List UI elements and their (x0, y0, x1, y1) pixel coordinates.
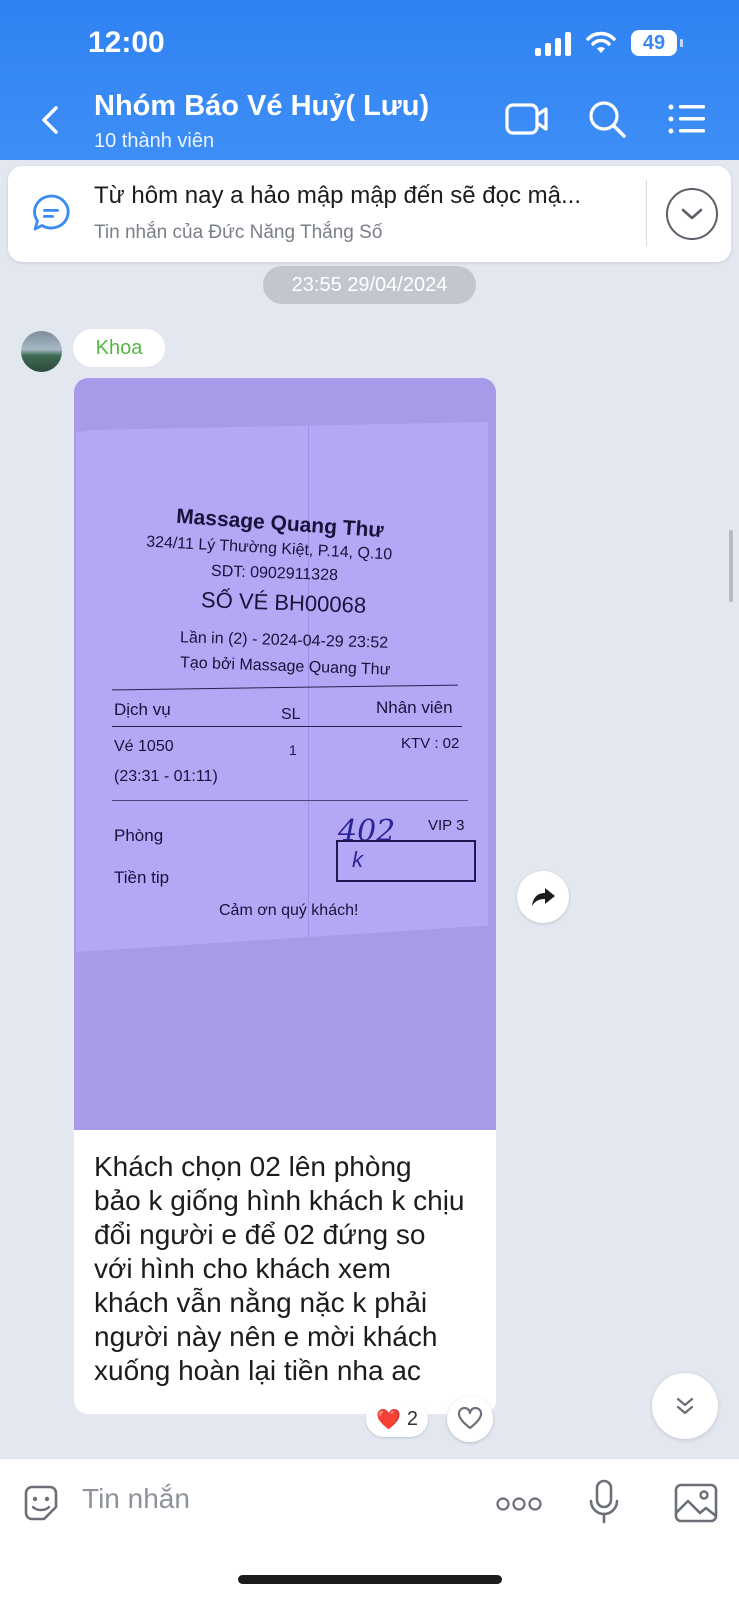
receipt-qty: 1 (289, 742, 297, 758)
message-line: khách vẫn nằng nặc k phải (94, 1287, 428, 1318)
list-menu-icon (668, 104, 705, 134)
heart-outline-icon (457, 1407, 483, 1430)
message-line: người này nên e mời khách (94, 1321, 438, 1352)
avatar[interactable] (21, 331, 62, 372)
chat-header: 12:00 49 Nhóm Báo Vé Huỷ( Lưu) 10 thành … (0, 0, 739, 160)
receipt-rule (112, 726, 462, 727)
receipt-room-label: Phòng (114, 826, 164, 845)
expand-pinned-button[interactable] (666, 188, 718, 240)
receipt-room-type: VIP 3 (428, 817, 465, 834)
receipt-time-range: (23:31 - 01:11) (114, 768, 218, 785)
message-input[interactable]: Tin nhắn (82, 1483, 190, 1515)
menu-button[interactable] (664, 96, 710, 142)
image-button[interactable] (672, 1479, 720, 1527)
voice-button[interactable] (584, 1477, 624, 1527)
wifi-icon (586, 31, 616, 53)
video-call-button[interactable] (504, 96, 550, 142)
message-line: bảo k giống hình khách k chịu (94, 1185, 465, 1216)
status-icons: 49 (535, 30, 683, 56)
search-button[interactable] (584, 96, 630, 142)
more-options-button[interactable] (494, 1487, 544, 1521)
microphone-icon (589, 1479, 619, 1524)
receipt-thanks: Cảm ơn quý khách! (219, 902, 359, 919)
pinned-text: Từ hôm nay a hảo mập mập đến sẽ đọc mậ..… (94, 182, 581, 209)
double-chevron-down-icon (676, 1397, 694, 1415)
pinned-sender: Tin nhắn của Đức Năng Thắng Số (94, 222, 383, 243)
back-button[interactable] (36, 100, 66, 140)
message-timestamp: 23:55 29/04/2024 (263, 266, 476, 304)
message-bubble[interactable]: Massage Quang Thư 324/11 Lý Thường Kiệt,… (74, 378, 496, 1414)
receipt-service: Vé 1050 (114, 738, 174, 755)
chevron-left-icon (42, 106, 58, 134)
message-line: Khách chọn 02 lên phòng (94, 1151, 412, 1182)
reaction-count: 2 (406, 1407, 419, 1430)
pinned-message[interactable]: Từ hôm nay a hảo mập mập đến sẽ đọc mậ..… (8, 166, 731, 262)
receipt-staff: KTV : 02 (401, 735, 460, 752)
receipt-tip-value: k (352, 847, 363, 872)
sticker-button[interactable] (18, 1481, 64, 1527)
group-title[interactable]: Nhóm Báo Vé Huỷ( Lưu) (94, 90, 429, 123)
receipt-ticket-number: SỐ VÉ BH00068 (200, 587, 367, 618)
sticker-face-icon (24, 1485, 58, 1521)
receipt-rule (112, 684, 458, 691)
receipt-tip-label: Tiền tip (114, 868, 170, 887)
message-line: với hình cho khách xem (94, 1253, 391, 1284)
share-arrow-icon (532, 888, 555, 906)
heart-icon: ❤️ (375, 1408, 401, 1431)
like-button[interactable] (447, 1396, 493, 1442)
receipt-rule (112, 800, 468, 801)
receipt-col-staff: Nhân viên (376, 698, 453, 717)
chat-bubble-icon (33, 194, 70, 231)
receipt-col-service: Dịch vụ (114, 700, 171, 719)
message-text: Khách chọn 02 lên phòng bảo k giống hình… (94, 1150, 486, 1388)
status-time: 12:00 (88, 26, 165, 59)
receipt-photo[interactable]: Massage Quang Thư 324/11 Lý Thường Kiệt,… (74, 378, 496, 1130)
divider (646, 180, 647, 246)
receipt-col-qty: SL (281, 706, 301, 723)
receipt-phone: SDT: 0902911328 (210, 562, 339, 585)
receipt-created-by: Tạo bởi Massage Quang Thư (179, 654, 391, 679)
home-indicator[interactable] (238, 1575, 502, 1584)
chevron-down-icon (681, 208, 703, 220)
receipt-paper: Massage Quang Thư 324/11 Lý Thường Kiệt,… (76, 422, 488, 952)
cellular-signal-icon (535, 30, 571, 56)
scrollbar[interactable] (729, 530, 733, 602)
receipt-print-info: Lần in (2) - 2024-04-29 23:52 (179, 629, 389, 652)
more-dots-icon (496, 1497, 542, 1511)
reaction-summary[interactable]: ❤️ 2 (366, 1401, 428, 1437)
search-icon (589, 101, 626, 138)
message-line: đổi người e để 02 đứng so (94, 1219, 426, 1250)
battery-icon: 49 (631, 30, 683, 56)
sender-name[interactable]: Khoa (73, 329, 165, 367)
message-line: xuống hoàn lại tiền nha ac (94, 1355, 421, 1386)
image-icon (674, 1483, 718, 1523)
video-camera-icon (505, 103, 548, 135)
scroll-to-bottom-button[interactable] (652, 1373, 718, 1439)
member-count[interactable]: 10 thành viên (94, 130, 214, 153)
forward-button[interactable] (517, 871, 569, 923)
